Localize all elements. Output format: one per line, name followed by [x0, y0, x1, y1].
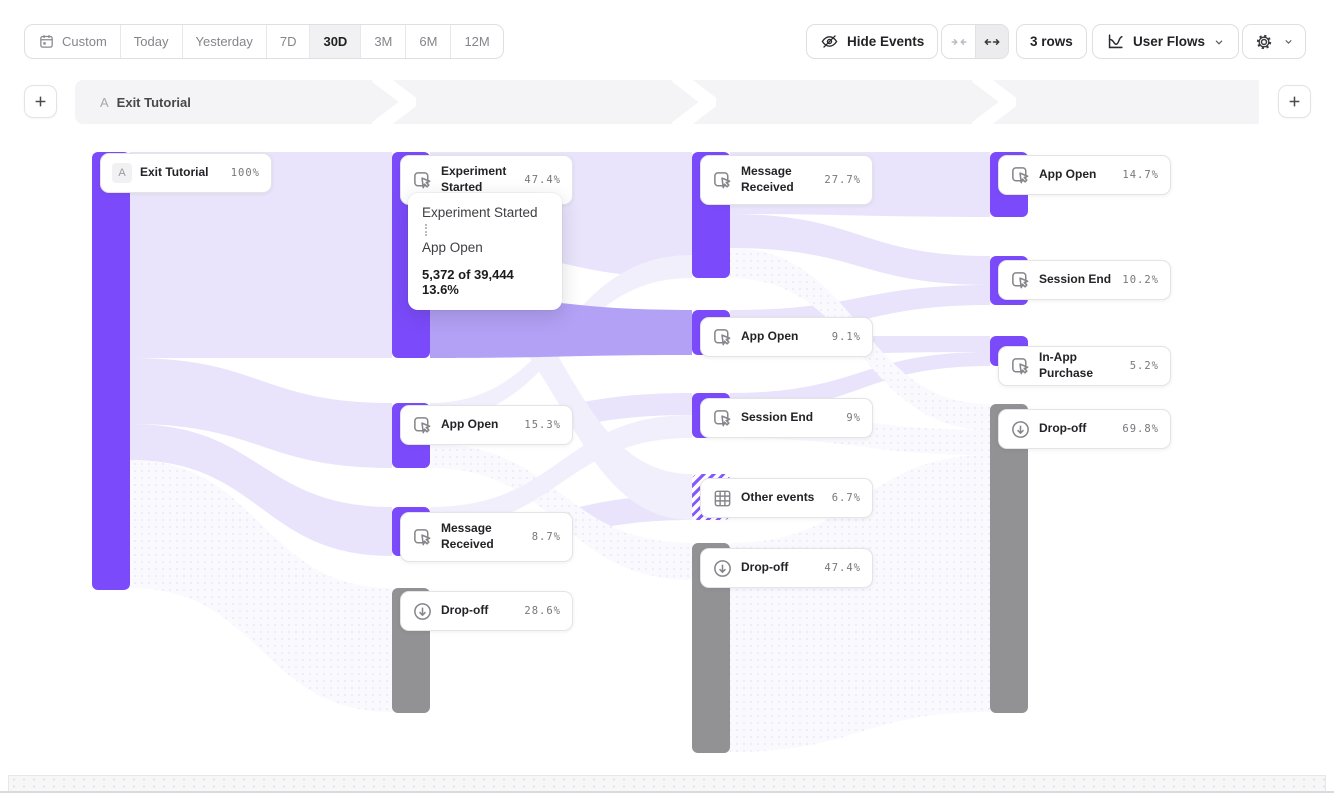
- date-range-7d[interactable]: 7D: [267, 25, 311, 58]
- flow-node-dropoff-4[interactable]: Drop-off 69.8%: [998, 409, 1171, 449]
- event-icon: [712, 170, 733, 191]
- arrows-inward-icon: [950, 33, 968, 51]
- drop-off-icon: [412, 601, 433, 622]
- settings-button[interactable]: [1242, 24, 1306, 59]
- bottom-border: [0, 791, 1334, 793]
- expand-columns-button[interactable]: [975, 25, 1008, 58]
- flow-node-app-open-3[interactable]: App Open 9.1%: [700, 317, 873, 357]
- date-range-30d[interactable]: 30D: [310, 25, 361, 58]
- arrows-outward-icon: [983, 33, 1001, 51]
- flow-node-message-received-2[interactable]: Message Received 8.7%: [400, 512, 573, 562]
- chevron-down-icon: [1283, 36, 1294, 47]
- tooltip-to-event: App Open: [422, 240, 548, 255]
- gear-icon: [1254, 32, 1274, 52]
- flow-node-other-events-3[interactable]: Other events 6.7%: [700, 478, 873, 518]
- user-flows-chart-icon: [1106, 32, 1125, 51]
- step-a-badge: A: [112, 163, 132, 183]
- flow-node-session-end-4[interactable]: Session End 10.2%: [998, 260, 1171, 300]
- event-icon: [1010, 356, 1031, 377]
- flow-node-app-open-2[interactable]: App Open 15.3%: [400, 405, 573, 445]
- event-icon: [412, 527, 433, 548]
- rows-button[interactable]: 3 rows: [1016, 24, 1087, 59]
- flow-node-in-app-purchase-4[interactable]: In-App Purchase 5.2%: [998, 346, 1171, 386]
- flow-node-message-received-3[interactable]: Message Received 27.7%: [700, 155, 873, 205]
- chevron-down-icon: [1213, 36, 1225, 48]
- flow-node-exit-tutorial[interactable]: A Exit Tutorial 100%: [100, 153, 272, 193]
- flow-link-tooltip: Experiment Started App Open 5,372 of 39,…: [408, 193, 562, 310]
- flow-node-dropoff-3[interactable]: Drop-off 47.4%: [700, 548, 873, 588]
- date-range-3m[interactable]: 3M: [361, 25, 406, 58]
- collapse-columns-button[interactable]: [942, 25, 975, 58]
- user-flows-report: Custom Today Yesterday 7D 30D 3M 6M 12M …: [0, 0, 1334, 796]
- event-icon: [712, 327, 733, 348]
- toolbar: Custom Today Yesterday 7D 30D 3M 6M 12M …: [0, 0, 1334, 74]
- event-icon: [1010, 165, 1031, 186]
- event-icon: [412, 170, 433, 191]
- flow-bar-exit-tutorial[interactable]: [92, 152, 130, 590]
- date-range-6m[interactable]: 6M: [406, 25, 451, 58]
- flow-ribbons: [0, 0, 1334, 796]
- flow-node-session-end-3[interactable]: Session End 9%: [700, 398, 873, 438]
- drop-off-icon: [1010, 419, 1031, 440]
- eye-slash-icon: [820, 32, 839, 51]
- grid-icon: [712, 488, 733, 509]
- flow-node-app-open-4[interactable]: App Open 14.7%: [998, 155, 1171, 195]
- flow-node-dropoff-2[interactable]: Drop-off 28.6%: [400, 591, 573, 631]
- drop-off-icon: [712, 558, 733, 579]
- tooltip-stat: 5,372 of 39,444 13.6%: [422, 267, 548, 297]
- view-type-dropdown[interactable]: User Flows: [1092, 24, 1239, 59]
- collapse-expand-toggle: [941, 24, 1009, 59]
- footer-strip: [8, 775, 1326, 791]
- flow-bar-dropoff-4[interactable]: [990, 404, 1028, 713]
- date-range-12m[interactable]: 12M: [451, 25, 502, 58]
- tooltip-from-event: Experiment Started: [422, 205, 548, 220]
- calendar-icon: [38, 33, 55, 50]
- tooltip-connector: [425, 224, 427, 236]
- event-icon: [712, 408, 733, 429]
- date-range-yesterday[interactable]: Yesterday: [183, 25, 267, 58]
- hide-events-button[interactable]: Hide Events: [806, 24, 938, 59]
- date-range-today[interactable]: Today: [121, 25, 183, 58]
- date-range-custom[interactable]: Custom: [25, 25, 121, 58]
- event-icon: [1010, 270, 1031, 291]
- date-range-picker: Custom Today Yesterday 7D 30D 3M 6M 12M: [24, 24, 504, 59]
- event-icon: [412, 415, 433, 436]
